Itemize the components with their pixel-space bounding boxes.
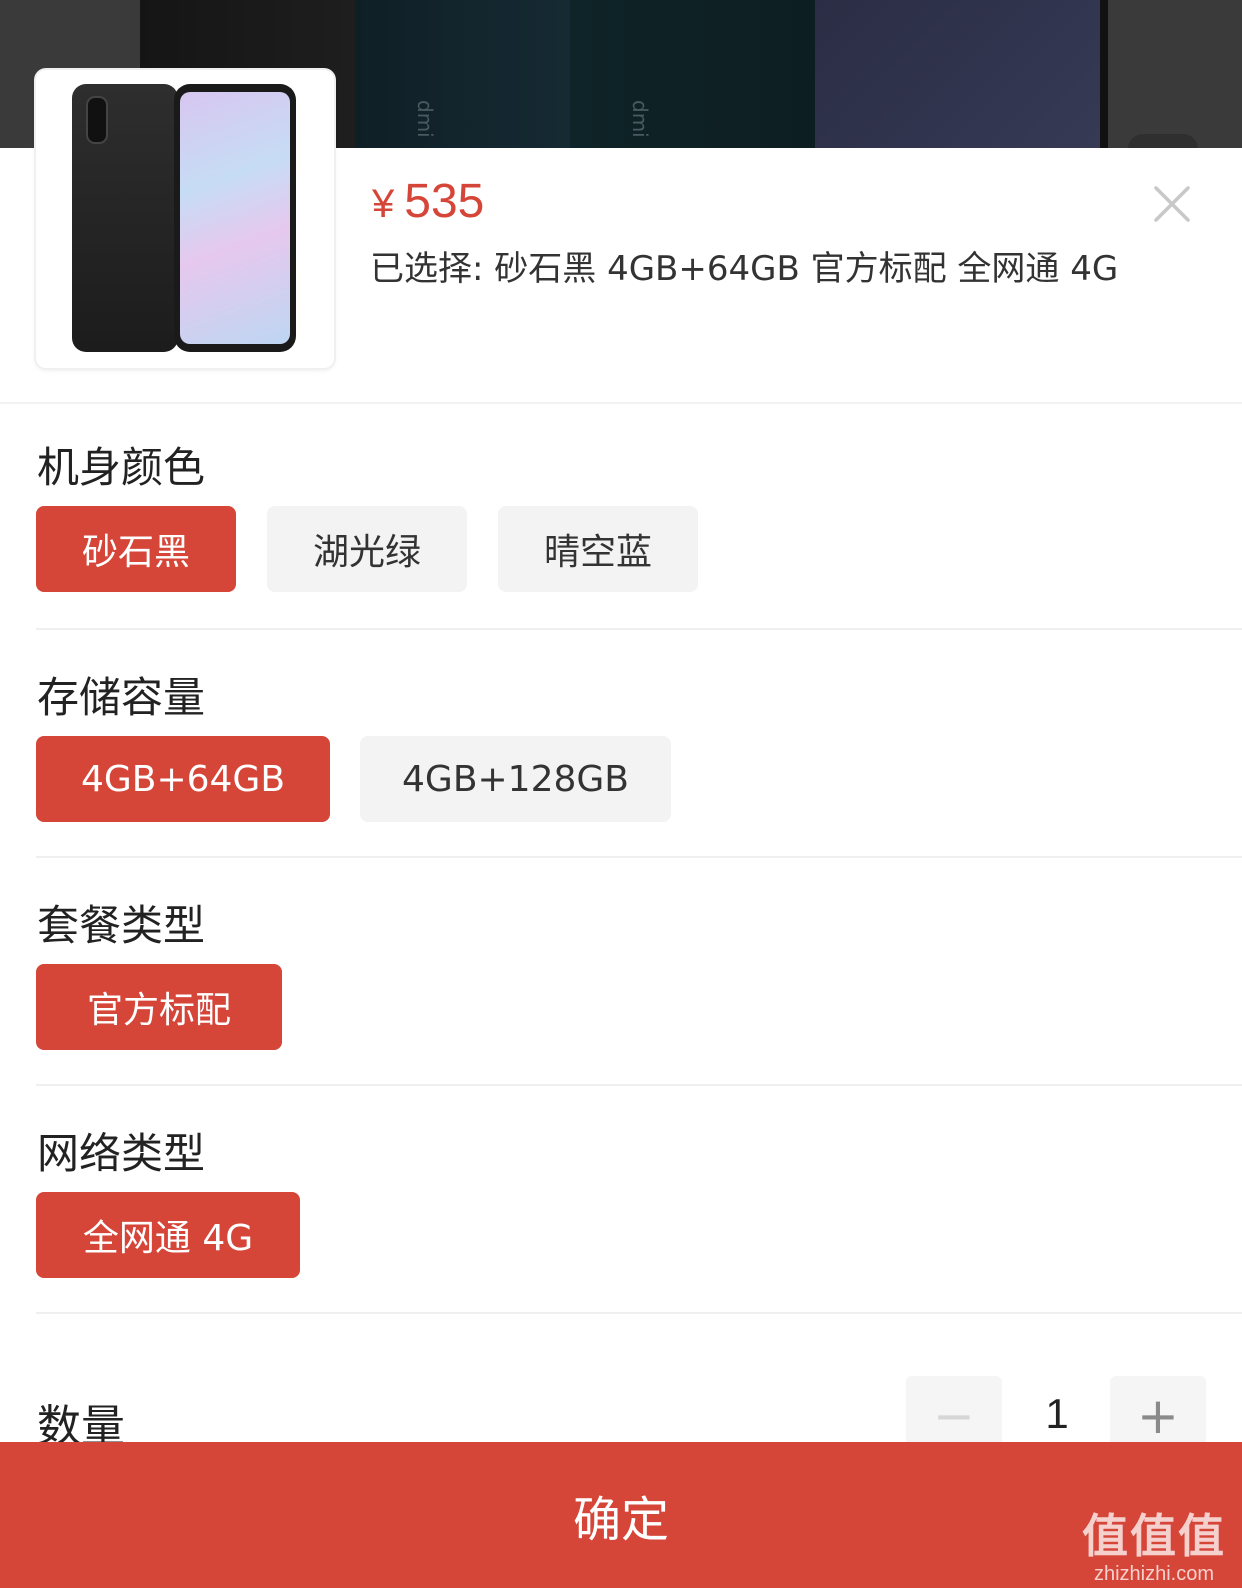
selected-summary: 已选择: 砂石黑 4GB+64GB 官方标配 全网通 4G xyxy=(370,249,1119,289)
product-price: ¥535 xyxy=(372,174,484,229)
network-section-title: 网络类型 xyxy=(37,1129,206,1178)
site-watermark: 值值值 zhizhizhi.com xyxy=(1082,1510,1226,1586)
currency-symbol: ¥ xyxy=(372,182,395,226)
phone-screen xyxy=(180,92,290,344)
section-divider xyxy=(36,856,1242,858)
sku-selector-sheet: ¥535 已选择: 砂石黑 4GB+64GB 官方标配 全网通 4G 机身颜色 … xyxy=(0,70,1242,1588)
phone-back-image xyxy=(72,84,178,352)
confirm-button[interactable]: 确定 xyxy=(0,1442,1242,1588)
section-divider xyxy=(36,628,1242,630)
color-section-title: 机身颜色 xyxy=(37,443,206,492)
product-thumbnail[interactable] xyxy=(36,70,334,368)
section-divider xyxy=(36,1312,1242,1314)
minus-icon: − xyxy=(933,1387,975,1445)
watermark-url: zhizhizhi.com xyxy=(1093,1563,1215,1585)
network-option-4g[interactable]: 全网通 4G xyxy=(36,1192,300,1278)
bundle-option-standard[interactable]: 官方标配 xyxy=(36,964,282,1050)
phone-image-blue xyxy=(815,0,1108,148)
storage-section-title: 存储容量 xyxy=(37,673,206,722)
color-option-sandstone-black[interactable]: 砂石黑 xyxy=(36,506,236,592)
storage-option-128gb[interactable]: 4GB+128GB xyxy=(360,736,671,822)
storage-option-64gb[interactable]: 4GB+64GB xyxy=(36,736,330,822)
plus-icon: + xyxy=(1137,1387,1179,1445)
price-value: 535 xyxy=(404,175,485,228)
watermark-logo-text: 值值值 xyxy=(1082,1510,1226,1562)
quantity-value[interactable]: 1 xyxy=(1020,1390,1094,1438)
bundle-section-title: 套餐类型 xyxy=(37,901,206,950)
close-icon xyxy=(1154,186,1190,222)
header-divider xyxy=(0,402,1242,404)
gallery-indicator xyxy=(1128,134,1198,148)
phone-image-teal: dmi xyxy=(570,0,815,148)
color-option-lake-green[interactable]: 湖光绿 xyxy=(267,506,467,592)
phone-image-green: dmi xyxy=(355,0,570,148)
section-divider xyxy=(36,1084,1242,1086)
brand-text: dmi xyxy=(628,100,652,138)
color-option-sky-blue[interactable]: 晴空蓝 xyxy=(498,506,698,592)
brand-text: dmi xyxy=(413,100,437,138)
phone-front-image xyxy=(174,84,296,352)
close-button[interactable] xyxy=(1150,182,1194,226)
camera-module xyxy=(86,96,108,144)
